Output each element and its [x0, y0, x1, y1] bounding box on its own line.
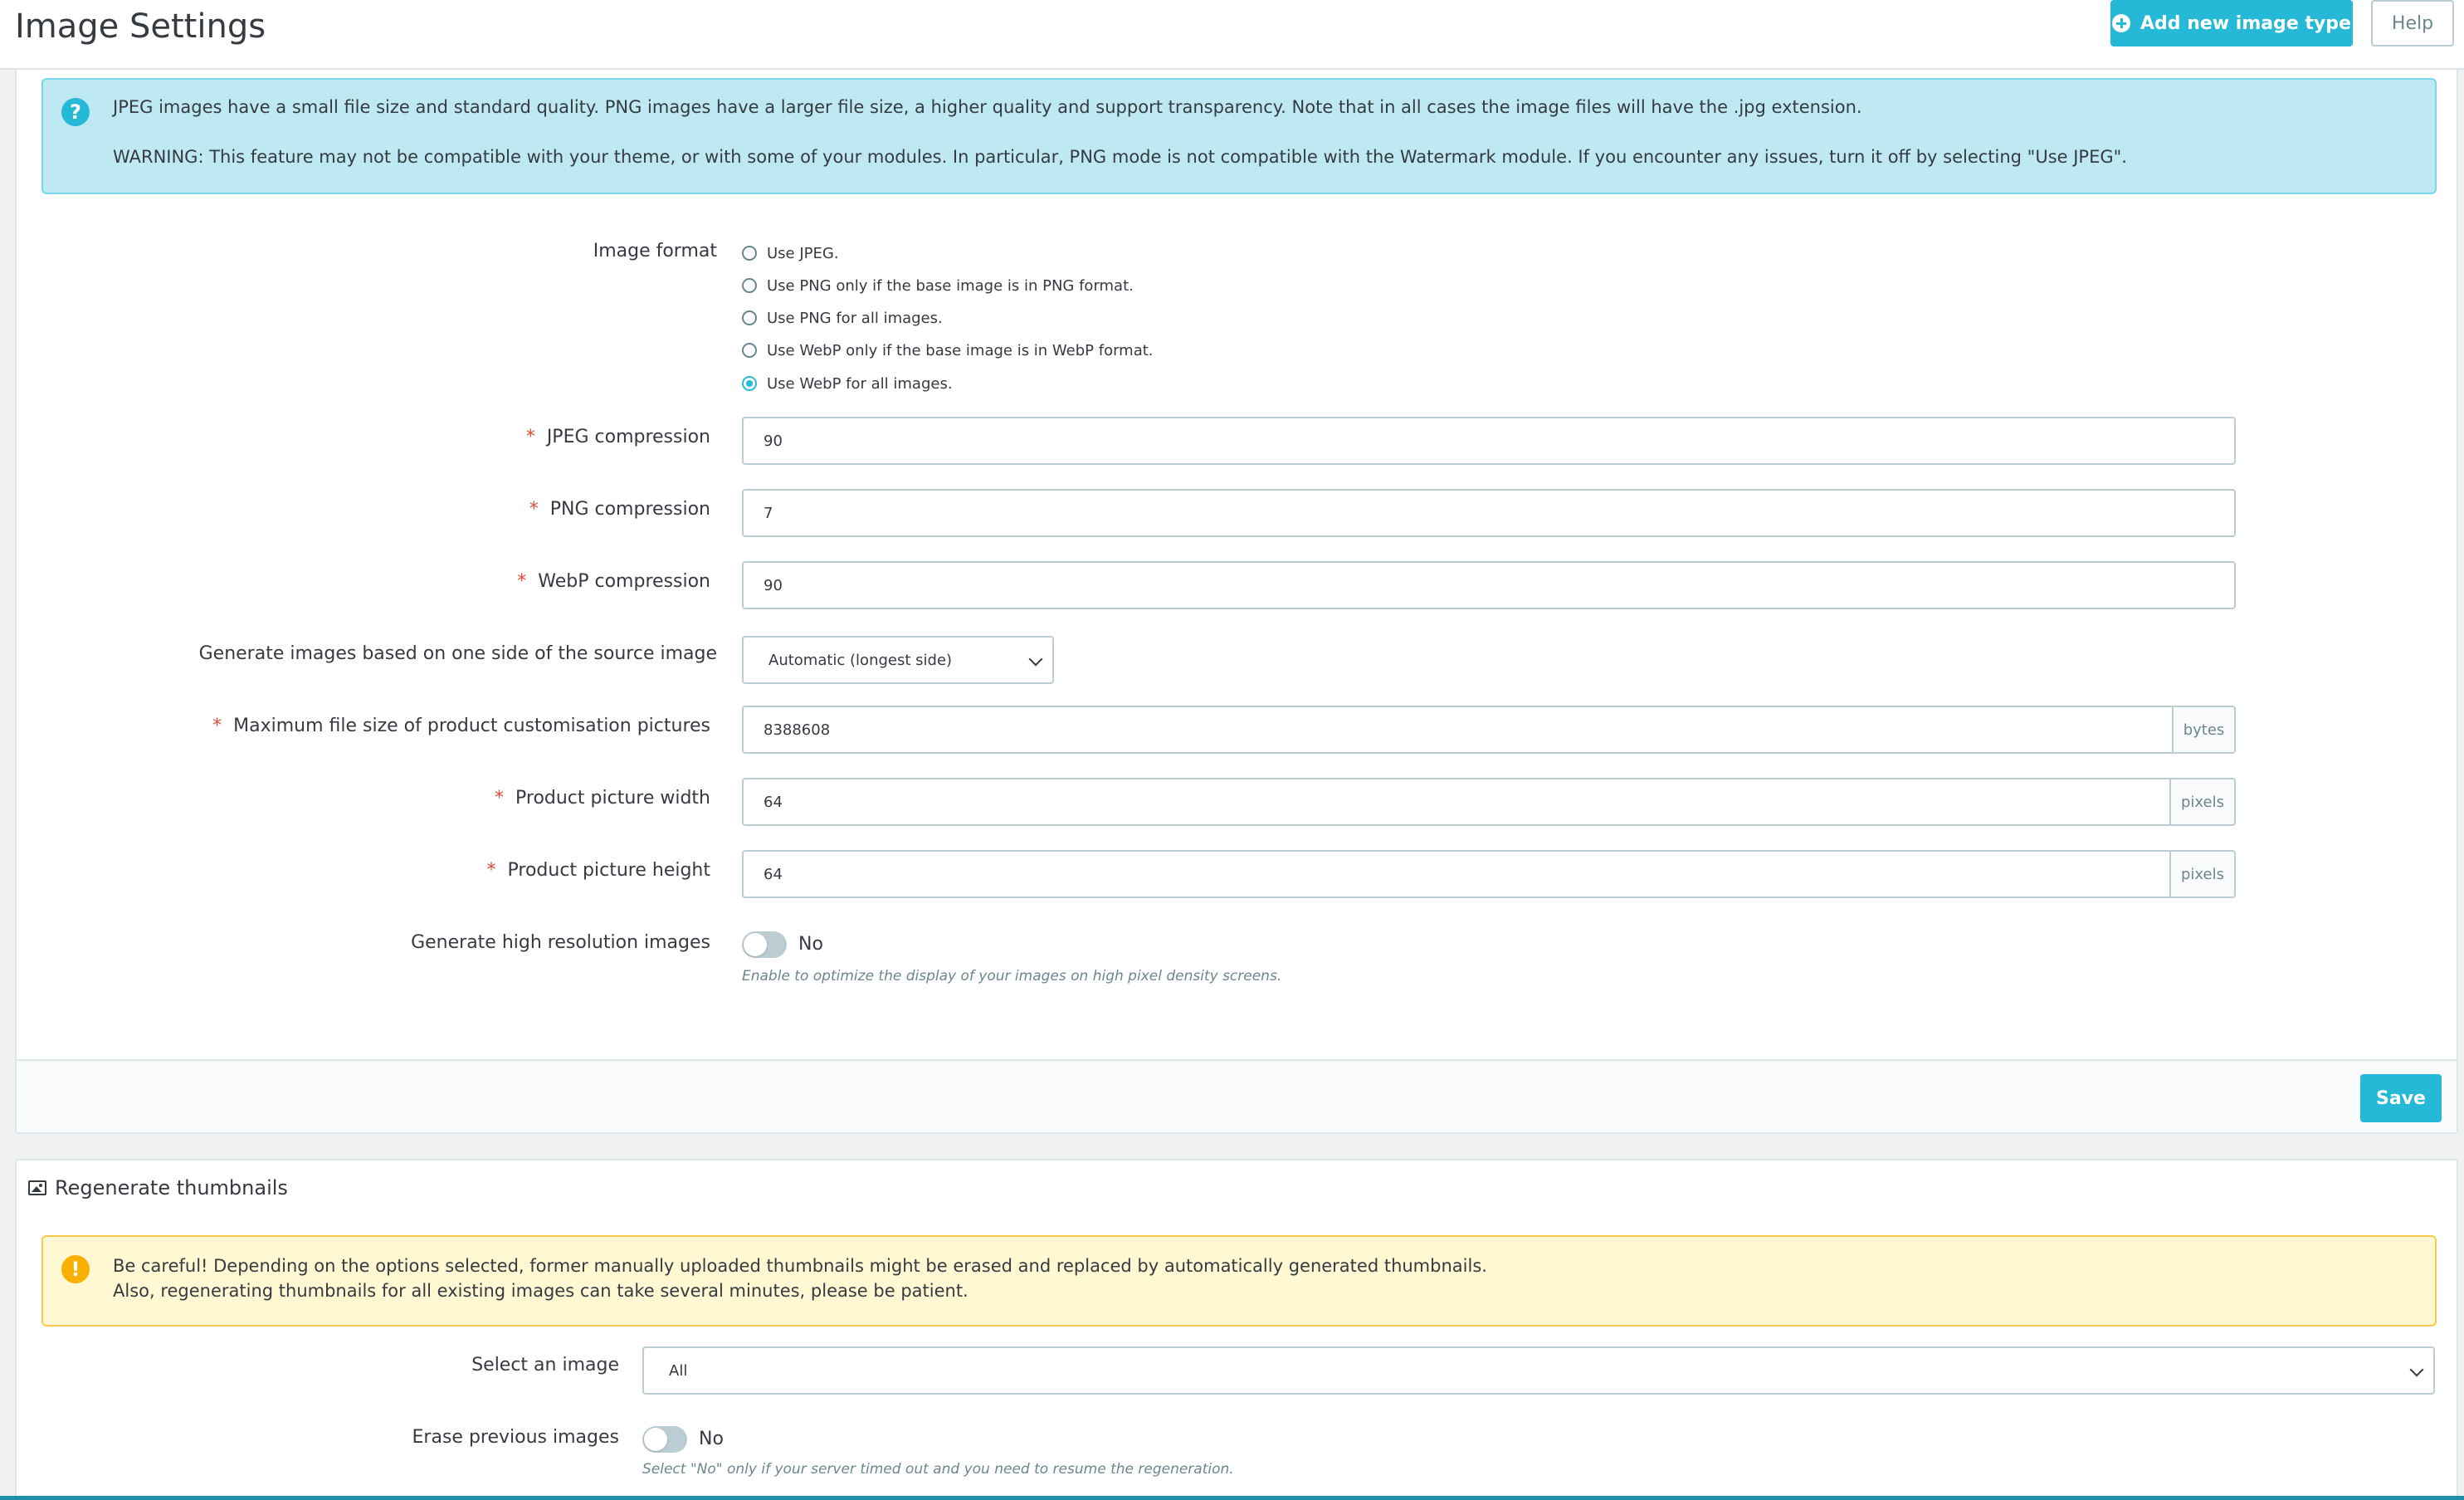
panel-footer [17, 1059, 2457, 1132]
radio-circle[interactable] [742, 343, 757, 358]
radio-label: Use PNG only if the base image is in PNG… [767, 276, 1134, 295]
radio-label: Use WebP for all images. [767, 374, 953, 393]
webp-compression-label: * WebP compression [517, 571, 710, 592]
erase-previous-state: No [699, 1429, 724, 1449]
panel-heading: Regenerate thumbnails [17, 1160, 2457, 1215]
radio-webp-if-base-webp[interactable]: Use WebP only if the base image is in We… [742, 338, 1154, 363]
generate-side-value: Automatic (longest side) [768, 651, 953, 669]
webp-compression-input[interactable]: 90 [742, 561, 2236, 609]
high-resolution-state: No [798, 934, 823, 955]
picture-width-input[interactable]: 64 [742, 778, 2171, 826]
high-resolution-toggle[interactable] [742, 931, 787, 958]
max-file-size-label: * Maximum file size of product customisat… [212, 716, 710, 736]
warning-line-1: Be careful! Depending on the options sel… [113, 1256, 1487, 1276]
pixels-addon: pixels [2171, 850, 2236, 898]
question-icon: ? [61, 98, 90, 126]
webp-compression-label-text: WebP compression [538, 571, 710, 592]
picture-width-label: * Product picture width [495, 788, 710, 809]
picture-height-input[interactable]: 64 [742, 850, 2171, 898]
required-marker: * [212, 716, 222, 736]
required-marker: * [517, 571, 527, 592]
info-alert-line-2: WARNING: This feature may not be compati… [113, 147, 2127, 167]
jpeg-compression-label: * JPEG compression [526, 427, 710, 447]
picture-height-label-text: Product picture height [507, 860, 710, 881]
page-title: Image Settings [15, 7, 266, 46]
select-image-select[interactable]: All [642, 1346, 2435, 1395]
chevron-down-icon [2409, 1362, 2424, 1377]
radio-circle[interactable] [742, 278, 757, 293]
select-image-label: Select an image [471, 1355, 619, 1375]
save-button[interactable]: Save [2360, 1074, 2442, 1122]
radio-png-all[interactable]: Use PNG for all images. [742, 305, 943, 330]
erase-previous-label: Erase previous images [412, 1427, 619, 1448]
add-new-image-type-button[interactable]: Add new image type [2110, 0, 2353, 46]
required-marker: * [486, 860, 496, 881]
max-file-size-label-text: Maximum file size of product customisati… [233, 716, 710, 736]
warning-line-2: Also, regenerating thumbnails for all ex… [113, 1281, 969, 1301]
png-compression-input[interactable]: 7 [742, 489, 2236, 537]
required-marker: * [525, 427, 535, 447]
radio-use-jpeg[interactable]: Use JPEG. [742, 241, 839, 266]
add-circle-icon [2112, 14, 2131, 32]
required-marker: * [495, 788, 504, 809]
erase-previous-help: Select "No" only if your server timed ou… [642, 1461, 1234, 1478]
image-icon [28, 1180, 46, 1195]
exclamation-icon: ! [61, 1255, 90, 1283]
generate-side-label: Generate images based on one side of the… [198, 643, 717, 664]
radio-label: Use WebP only if the base image is in We… [767, 341, 1154, 359]
info-alert: ? JPEG images have a small file size and… [41, 78, 2437, 194]
regenerate-thumbnails-panel: Regenerate thumbnails ! Be careful! Depe… [15, 1159, 2458, 1500]
pixels-addon: pixels [2171, 778, 2236, 826]
erase-previous-toggle[interactable] [642, 1426, 687, 1453]
radio-png-if-base-png[interactable]: Use PNG only if the base image is in PNG… [742, 273, 1134, 298]
generate-side-select[interactable]: Automatic (longest side) [742, 636, 1054, 684]
radio-webp-all[interactable]: Use WebP for all images. [742, 371, 953, 396]
picture-width-label-text: Product picture width [515, 788, 710, 809]
high-resolution-help: Enable to optimize the display of your i… [742, 968, 1282, 985]
jpeg-compression-input[interactable]: 90 [742, 417, 2236, 465]
radio-circle-checked[interactable] [742, 376, 757, 391]
page-header: Image Settings Add new image type Help [0, 0, 2464, 70]
info-alert-line-1: JPEG images have a small file size and s… [113, 97, 1862, 117]
picture-height-label: * Product picture height [487, 860, 710, 881]
required-marker: * [529, 499, 539, 520]
png-compression-label-text: PNG compression [549, 499, 710, 520]
radio-circle[interactable] [742, 246, 757, 261]
radio-circle[interactable] [742, 310, 757, 325]
high-resolution-label: Generate high resolution images [411, 932, 710, 953]
warning-alert: ! Be careful! Depending on the options s… [41, 1235, 2437, 1327]
radio-label: Use JPEG. [767, 244, 839, 262]
help-button[interactable]: Help [2371, 0, 2454, 46]
image-format-label: Image format [593, 241, 717, 261]
png-compression-label: * PNG compression [529, 499, 710, 520]
radio-label: Use PNG for all images. [767, 309, 943, 327]
bytes-addon: bytes [2174, 706, 2236, 754]
bottom-bar [0, 1496, 2464, 1500]
regenerate-title: Regenerate thumbnails [55, 1176, 288, 1200]
image-settings-panel: ? JPEG images have a small file size and… [15, 70, 2458, 1134]
add-new-image-type-label: Add new image type [2140, 12, 2351, 34]
max-file-size-input[interactable]: 8388608 [742, 706, 2174, 754]
chevron-down-icon [1028, 652, 1043, 667]
select-image-value: All [669, 1361, 688, 1380]
jpeg-compression-label-text: JPEG compression [546, 427, 710, 447]
